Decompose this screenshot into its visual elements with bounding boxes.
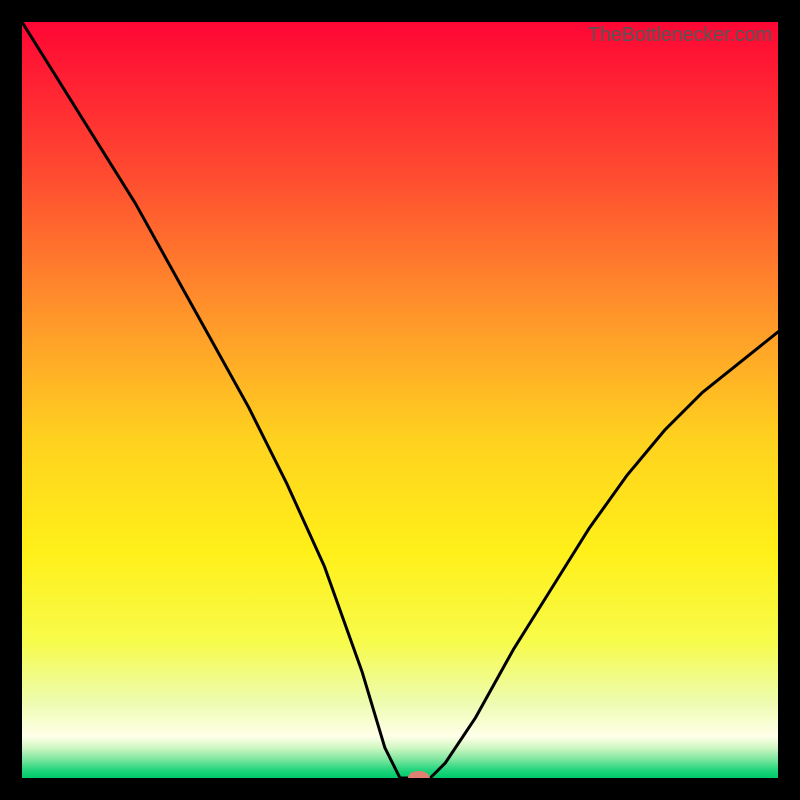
bottleneck-chart <box>22 22 778 778</box>
attribution-label: TheBottlenecker.com <box>588 24 772 47</box>
chart-background <box>22 22 778 778</box>
chart-frame: TheBottlenecker.com <box>22 22 778 778</box>
